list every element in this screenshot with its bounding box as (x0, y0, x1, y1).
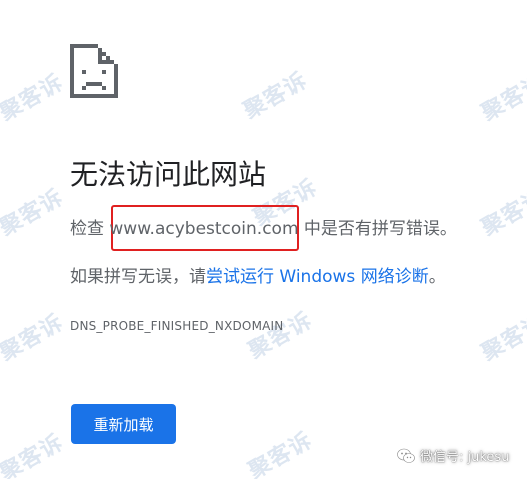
watermark: 聚客诉 (239, 68, 312, 125)
watermark: 聚客诉 (0, 310, 68, 367)
reload-button[interactable]: 重新加载 (71, 404, 176, 444)
check-suffix: 中是否有拼写错误。 (298, 219, 457, 239)
watermark: 聚客诉 (244, 308, 317, 365)
error-code: DNS_PROBE_FINISHED_NXDOMAIN (70, 319, 284, 333)
wechat-icon (397, 448, 415, 463)
watermark: 聚客诉 (0, 185, 68, 242)
domain-text: www.acybestcoin.com (109, 219, 299, 239)
watermark: 聚客诉 (477, 185, 527, 242)
check-prefix: 检查 (70, 219, 110, 239)
suggestion-prefix: 如果拼写无误，请 (70, 267, 206, 287)
sad-page-icon (70, 44, 118, 98)
watermark: 聚客诉 (0, 430, 68, 479)
watermark: 聚客诉 (0, 70, 68, 127)
spelling-check-message: 检查 www.acybestcoin.com 中是否有拼写错误。 (70, 217, 457, 241)
wechat-id-label: 微信号: jukesu (420, 450, 510, 465)
page-title: 无法访问此网站 (70, 158, 267, 191)
wechat-source-tag: 微信号: jukesu (397, 446, 509, 465)
watermark: 聚客诉 (477, 310, 527, 367)
watermark: 聚客诉 (477, 70, 527, 127)
suggestion-suffix: 。 (428, 267, 446, 287)
diagnostics-suggestion: 如果拼写无误，请尝试运行 Windows 网络诊断。 (70, 265, 446, 289)
network-diagnostics-link[interactable]: 尝试运行 Windows 网络诊断 (206, 267, 429, 287)
error-page: 聚客诉 聚客诉 聚客诉 聚客诉 聚客诉 聚客诉 聚客诉 聚客诉 聚客诉 聚客诉 … (0, 0, 527, 479)
watermark: 聚客诉 (244, 428, 317, 479)
